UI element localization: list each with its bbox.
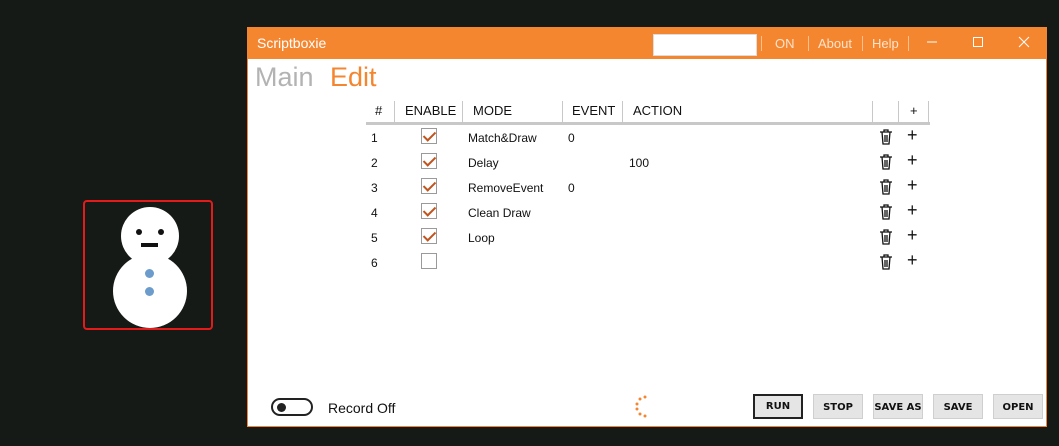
- tab-main[interactable]: Main: [255, 62, 314, 93]
- table-row: 5 Loop +: [366, 225, 930, 250]
- event-cell[interactable]: 0: [568, 181, 575, 195]
- table-row: 3 RemoveEvent 0 +: [366, 175, 930, 200]
- row-number: 1: [371, 131, 378, 145]
- save-as-button[interactable]: SAVE AS: [873, 394, 923, 419]
- window-title: Scriptboxie: [257, 35, 327, 51]
- titlebar-divider: [808, 36, 809, 51]
- mode-cell[interactable]: Delay: [468, 156, 499, 170]
- snowman-eye: [158, 229, 164, 235]
- header-divider: [872, 101, 873, 122]
- add-row-button[interactable]: +: [907, 201, 918, 219]
- title-bar[interactable]: Scriptboxie ON About Help: [248, 28, 1046, 59]
- header-divider: [462, 101, 463, 122]
- trash-icon[interactable]: [879, 178, 893, 195]
- trash-icon[interactable]: [879, 253, 893, 270]
- table-body: 1 Match&Draw 0 + 2 Delay 100 + 3 RemoveE…: [366, 125, 930, 275]
- header-num: #: [375, 103, 383, 118]
- close-icon[interactable]: [1012, 32, 1036, 54]
- table-row: 1 Match&Draw 0 +: [366, 125, 930, 150]
- add-row-header-button[interactable]: +: [910, 103, 918, 118]
- add-row-button[interactable]: +: [907, 151, 918, 169]
- record-label: Record Off: [328, 400, 396, 416]
- minimize-icon[interactable]: [920, 32, 944, 54]
- enable-checkbox[interactable]: [421, 153, 437, 169]
- action-cell[interactable]: 100: [629, 156, 649, 170]
- table-row: 2 Delay 100 +: [366, 150, 930, 175]
- script-table: # ENABLE MODE EVENT ACTION + 1 Match&Dra…: [366, 98, 930, 275]
- app-window: Scriptboxie ON About Help Main Edit # EN…: [247, 27, 1047, 427]
- run-button[interactable]: RUN: [753, 394, 803, 419]
- enable-checkbox[interactable]: [421, 203, 437, 219]
- on-toggle-link[interactable]: ON: [775, 36, 795, 51]
- titlebar-divider: [862, 36, 863, 51]
- snowman-mouth: [141, 243, 158, 247]
- add-row-button[interactable]: +: [907, 126, 918, 144]
- tab-edit[interactable]: Edit: [330, 62, 377, 93]
- mode-cell[interactable]: Match&Draw: [468, 131, 537, 145]
- add-row-button[interactable]: +: [907, 176, 918, 194]
- titlebar-divider: [761, 36, 762, 51]
- snowman-eye: [136, 229, 142, 235]
- toggle-knob: [277, 403, 286, 412]
- snowman-button-dot: [145, 269, 154, 278]
- event-cell[interactable]: 0: [568, 131, 575, 145]
- header-event: EVENT: [572, 103, 616, 118]
- enable-checkbox[interactable]: [421, 178, 437, 194]
- stop-button[interactable]: STOP: [813, 394, 863, 419]
- row-number: 2: [371, 156, 378, 170]
- enable-checkbox[interactable]: [421, 253, 437, 269]
- save-button[interactable]: SAVE: [933, 394, 983, 419]
- snowman-button-dot: [145, 287, 154, 296]
- header-divider: [394, 101, 395, 122]
- table-row: 6 +: [366, 250, 930, 275]
- title-search-input[interactable]: [653, 34, 757, 56]
- trash-icon[interactable]: [879, 228, 893, 245]
- mode-cell[interactable]: Loop: [468, 231, 495, 245]
- header-enable: ENABLE: [405, 103, 457, 118]
- snowman-body: [113, 254, 187, 328]
- enable-checkbox[interactable]: [421, 228, 437, 244]
- maximize-icon[interactable]: [966, 32, 990, 54]
- about-link[interactable]: About: [818, 36, 852, 51]
- header-divider: [562, 101, 563, 122]
- titlebar-divider: [908, 36, 909, 51]
- enable-checkbox[interactable]: [421, 128, 437, 144]
- add-row-button[interactable]: +: [907, 226, 918, 244]
- header-divider: [622, 101, 623, 122]
- table-header: # ENABLE MODE EVENT ACTION +: [366, 98, 930, 125]
- mode-cell[interactable]: Clean Draw: [468, 206, 531, 220]
- table-row: 4 Clean Draw +: [366, 200, 930, 225]
- mode-cell[interactable]: RemoveEvent: [468, 181, 543, 195]
- trash-icon[interactable]: [879, 203, 893, 220]
- header-divider: [928, 101, 929, 122]
- row-number: 3: [371, 181, 378, 195]
- trash-icon[interactable]: [879, 128, 893, 145]
- loading-spinner-icon: [635, 395, 647, 418]
- record-toggle[interactable]: [271, 398, 313, 416]
- header-mode: MODE: [473, 103, 512, 118]
- snowman-preview: [83, 200, 213, 330]
- trash-icon[interactable]: [879, 153, 893, 170]
- open-button[interactable]: OPEN: [993, 394, 1043, 419]
- header-divider: [898, 101, 899, 122]
- header-action: ACTION: [633, 103, 683, 118]
- help-link[interactable]: Help: [872, 36, 899, 51]
- row-number: 4: [371, 206, 378, 220]
- add-row-button[interactable]: +: [907, 251, 918, 269]
- row-number: 6: [371, 256, 378, 270]
- snowman-head: [121, 207, 179, 265]
- row-number: 5: [371, 231, 378, 245]
